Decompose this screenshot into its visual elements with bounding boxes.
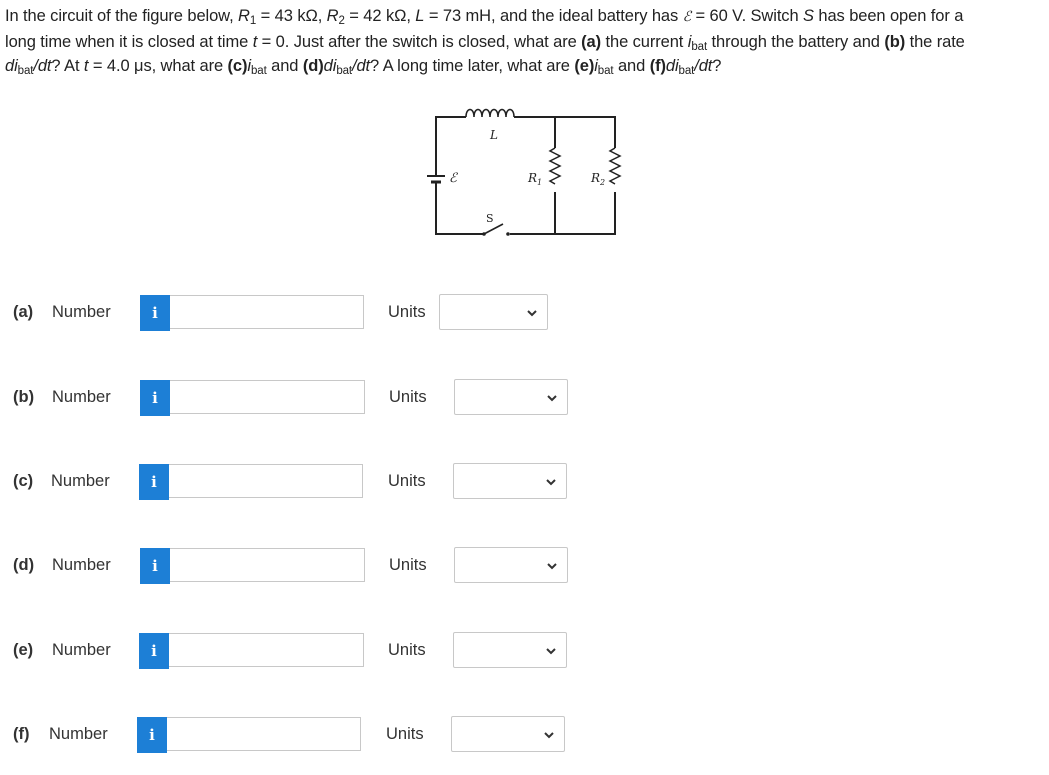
wire-r1-bottom	[510, 192, 556, 235]
part-label: (c)	[13, 472, 34, 490]
r1-label: R1	[527, 171, 542, 187]
number-label: Number	[52, 388, 111, 406]
number-input[interactable]	[170, 380, 365, 414]
number-input[interactable]	[170, 295, 364, 329]
info-icon-button[interactable]: i	[140, 295, 170, 331]
question-line-2: long time when it is closed at time t = …	[5, 32, 965, 53]
answer-row-c: (c) Number i Units	[0, 463, 580, 501]
info-icon-button[interactable]: i	[137, 717, 167, 753]
units-label: Units	[389, 388, 427, 406]
units-select[interactable]	[451, 716, 565, 752]
answer-row-a: (a) Number i Units	[0, 294, 560, 332]
units-select[interactable]	[439, 294, 548, 330]
answer-row-b: (b) Number i Units	[0, 379, 580, 417]
units-label: Units	[388, 303, 426, 321]
units-label: Units	[386, 725, 424, 743]
part-label: (a)	[13, 303, 34, 321]
chevron-down-icon	[547, 395, 557, 402]
number-label: Number	[49, 725, 108, 743]
units-select[interactable]	[453, 463, 567, 499]
units-label: Units	[388, 641, 426, 659]
wire-top	[514, 116, 616, 148]
info-icon-button[interactable]: i	[139, 633, 169, 669]
info-icon-button[interactable]: i	[140, 548, 170, 584]
answer-row-f: (f) Number i Units	[0, 716, 580, 754]
chevron-down-icon	[544, 732, 554, 739]
info-icon-button[interactable]: i	[140, 380, 170, 416]
units-label: Units	[388, 472, 426, 490]
part-label: (f)	[13, 725, 30, 743]
switch-contact	[506, 232, 510, 236]
question-text: In the circuit of the figure below, R1 =…	[5, 4, 1045, 79]
switch-blade	[483, 223, 504, 235]
chevron-down-icon	[527, 310, 537, 317]
answer-row-e: (e) Number i Units	[0, 632, 580, 670]
number-label: Number	[52, 641, 111, 659]
question-line-3: dibat/dt? At t = 4.0 μs, what are (c)iba…	[5, 57, 722, 77]
wire-r2-bottom	[555, 192, 616, 235]
r2-label: R2	[590, 171, 605, 187]
resistor-r2	[608, 147, 622, 185]
wire-left-top	[435, 116, 466, 176]
circuit-diagram: L ℰ S R1 R2	[427, 108, 622, 236]
wire-left-bottom	[435, 182, 484, 235]
inductor-coil	[465, 108, 515, 118]
chevron-down-icon	[547, 563, 557, 570]
number-input[interactable]	[170, 548, 365, 582]
units-select[interactable]	[454, 379, 568, 415]
part-label: (b)	[13, 388, 35, 406]
inductor-label: L	[489, 128, 498, 142]
switch-pivot	[482, 232, 486, 236]
resistor-r1	[548, 147, 562, 185]
info-icon-button[interactable]: i	[139, 464, 169, 500]
question-line-1: In the circuit of the figure below, R1 =…	[5, 7, 964, 27]
part-label: (d)	[13, 556, 35, 574]
number-input[interactable]	[167, 717, 361, 751]
answer-row-d: (d) Number i Units	[0, 547, 580, 585]
units-select[interactable]	[454, 547, 568, 583]
chevron-down-icon	[546, 648, 556, 655]
number-label: Number	[52, 303, 111, 321]
number-input[interactable]	[169, 464, 363, 498]
number-label: Number	[52, 556, 111, 574]
emf-label: ℰ	[449, 171, 458, 186]
number-label: Number	[51, 472, 110, 490]
switch-label: S	[486, 212, 494, 225]
chevron-down-icon	[546, 479, 556, 486]
part-label: (e)	[13, 641, 34, 659]
units-label: Units	[389, 556, 427, 574]
number-input[interactable]	[169, 633, 364, 667]
units-select[interactable]	[453, 632, 567, 668]
